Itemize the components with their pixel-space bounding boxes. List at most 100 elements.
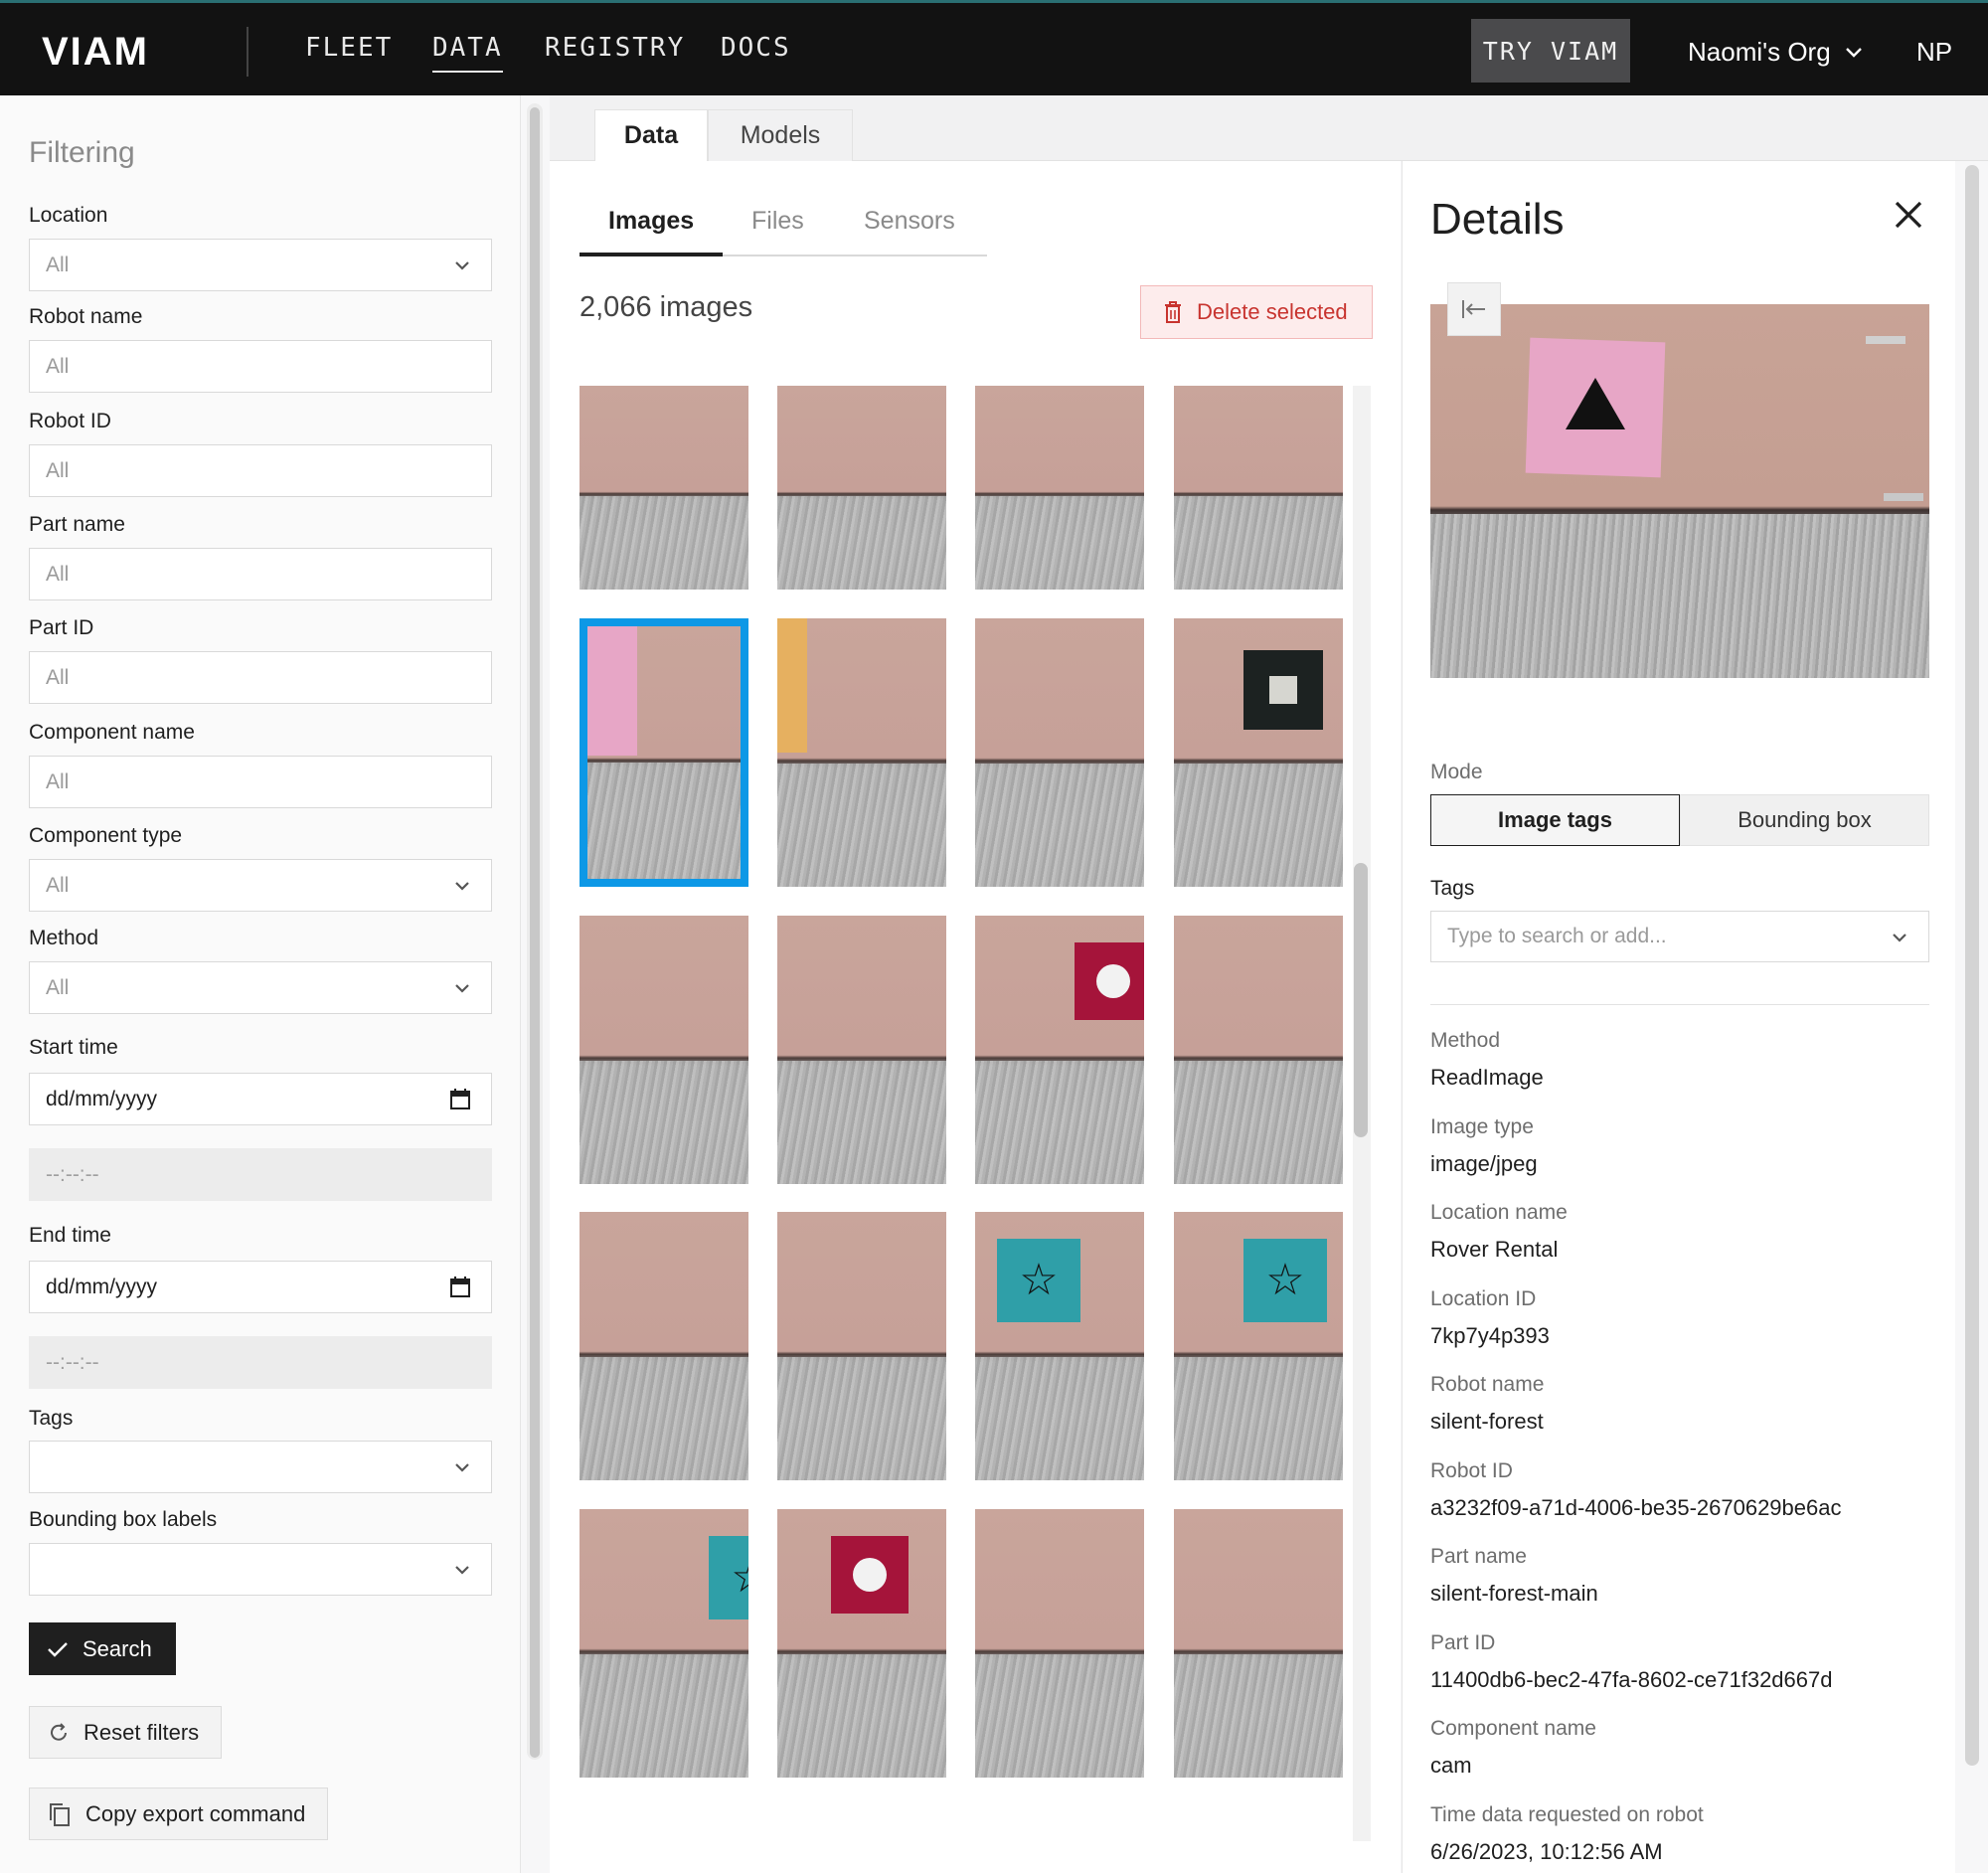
image-thumbnail[interactable] — [777, 1509, 946, 1778]
org-selector[interactable]: Naomi's Org — [1688, 37, 1863, 68]
image-count: 2,066 images — [580, 291, 753, 323]
thumbnail-floor — [975, 495, 1144, 590]
bbox-labels-select[interactable] — [29, 1543, 492, 1596]
robot-id-input[interactable]: All — [29, 444, 492, 497]
nav-divider — [247, 27, 248, 77]
thumbnail-floor — [587, 763, 741, 879]
metadata-label: Robot name — [1430, 1373, 1545, 1396]
calendar-icon[interactable] — [449, 1276, 471, 1299]
tab-data[interactable]: Data — [594, 109, 708, 161]
part-name-input[interactable]: All — [29, 548, 492, 600]
location-select[interactable]: All — [29, 239, 492, 291]
filter-title: Filtering — [29, 136, 135, 169]
image-thumbnail[interactable] — [580, 386, 748, 590]
svg-text:VIAM: VIAM — [42, 31, 149, 71]
chevron-down-icon — [1845, 47, 1862, 58]
copy-export-button[interactable]: Copy export command — [29, 1788, 329, 1840]
star-icon: ☆ — [729, 1556, 748, 1600]
nav-fleet[interactable]: FLEET — [305, 33, 393, 63]
location-value: All — [46, 253, 70, 276]
component-type-select[interactable]: All — [29, 859, 492, 912]
image-thumbnail[interactable] — [580, 916, 748, 1184]
method-select[interactable]: All — [29, 961, 492, 1014]
image-thumbnail[interactable] — [777, 618, 946, 887]
preview-bracket — [1866, 336, 1905, 344]
details-scrollbar[interactable] — [1965, 165, 1979, 1766]
image-thumbnail[interactable]: ☆ — [975, 1212, 1144, 1480]
delete-selected-button[interactable]: Delete selected — [1140, 285, 1373, 339]
image-thumbnail[interactable] — [580, 1212, 748, 1480]
check-icon — [48, 1641, 68, 1657]
end-time-label: End time — [29, 1224, 111, 1247]
tab-files[interactable]: Files — [751, 207, 804, 236]
metadata-value: 6/26/2023, 10:12:56 AM — [1430, 1838, 1663, 1864]
calendar-icon[interactable] — [449, 1088, 471, 1111]
mode-bounding-box[interactable]: Bounding box — [1680, 794, 1929, 846]
avatar[interactable]: NP — [1916, 37, 1952, 68]
viam-logo[interactable]: VIAM — [42, 31, 191, 71]
start-time-value: --:--:-- — [46, 1162, 99, 1186]
image-thumbnail[interactable] — [777, 1212, 946, 1480]
close-icon[interactable] — [1893, 199, 1924, 231]
image-thumbnail[interactable] — [975, 618, 1144, 887]
image-thumbnail[interactable]: ☆ — [580, 1509, 748, 1778]
chevron-down-icon — [455, 1566, 469, 1575]
mode-image-tags[interactable]: Image tags — [1430, 794, 1680, 846]
end-date-value: dd/mm/yyyy — [46, 1275, 158, 1298]
reset-filters-button[interactable]: Reset filters — [29, 1706, 223, 1759]
thumbnail-floor — [777, 763, 946, 887]
tags-input[interactable]: Type to search or add... — [1430, 911, 1929, 962]
image-thumbnail[interactable] — [777, 916, 946, 1184]
divider — [1430, 1004, 1929, 1005]
nav-data[interactable]: DATA — [432, 33, 503, 73]
image-thumbnail[interactable] — [1174, 618, 1343, 887]
collapse-panel-button[interactable] — [1447, 282, 1501, 336]
start-date-input[interactable]: dd/mm/yyyy — [29, 1073, 492, 1125]
image-thumbnail[interactable] — [777, 386, 946, 590]
image-thumbnail[interactable] — [1174, 386, 1343, 590]
end-date-input[interactable]: dd/mm/yyyy — [29, 1261, 492, 1313]
image-thumbnail[interactable] — [1174, 916, 1343, 1184]
sidebar-scrollbar-thumb[interactable] — [530, 107, 540, 1758]
image-thumbnail[interactable] — [1174, 1509, 1343, 1778]
component-type-label: Component type — [29, 824, 183, 847]
tags-select[interactable] — [29, 1441, 492, 1493]
image-thumbnail[interactable] — [975, 1509, 1144, 1778]
thumbnail-floor — [1174, 763, 1343, 887]
reset-filters-label: Reset filters — [83, 1719, 200, 1745]
metadata-label: Part name — [1430, 1545, 1527, 1568]
try-viam-button[interactable]: TRY VIAM — [1471, 19, 1630, 83]
org-name: Naomi's Org — [1688, 37, 1831, 67]
search-button-label: Search — [83, 1635, 152, 1661]
nav-registry[interactable]: REGISTRY — [545, 33, 685, 63]
robot-name-label: Robot name — [29, 305, 143, 328]
metadata-value: cam — [1430, 1753, 1472, 1778]
active-tab-indicator — [580, 253, 723, 256]
part-id-input[interactable]: All — [29, 651, 492, 704]
part-name-placeholder: All — [46, 562, 70, 586]
search-button[interactable]: Search — [29, 1622, 176, 1675]
chevron-down-icon — [455, 882, 469, 891]
metadata-label: Location name — [1430, 1201, 1568, 1224]
component-name-input[interactable]: All — [29, 756, 492, 808]
robot-name-input[interactable]: All — [29, 340, 492, 393]
tab-images[interactable]: Images — [608, 207, 694, 236]
grid-scrollbar-thumb[interactable] — [1354, 863, 1368, 1137]
tab-sensors[interactable]: Sensors — [864, 207, 955, 236]
star-icon: ☆ — [1265, 1255, 1305, 1305]
image-thumbnail[interactable] — [975, 916, 1144, 1184]
method-label: Method — [29, 927, 99, 949]
nav-docs[interactable]: DOCS — [721, 33, 791, 63]
chevron-down-icon — [455, 261, 469, 270]
chevron-down-icon — [1893, 934, 1906, 942]
image-thumbnail[interactable]: ☆ — [1174, 1212, 1343, 1480]
image-thumbnail-selected[interactable] — [580, 618, 748, 887]
robot-id-placeholder: All — [46, 458, 70, 482]
component-name-label: Component name — [29, 721, 195, 744]
thumbnail-floor — [1174, 1653, 1343, 1778]
tab-models[interactable]: Models — [708, 109, 853, 161]
image-thumbnail[interactable] — [975, 386, 1144, 590]
bbox-labels-label: Bounding box labels — [29, 1508, 218, 1531]
thumbnail-floor — [580, 1356, 748, 1480]
top-nav: VIAM FLEET DATA REGISTRY DOCS TRY VIAM N… — [0, 0, 1988, 95]
